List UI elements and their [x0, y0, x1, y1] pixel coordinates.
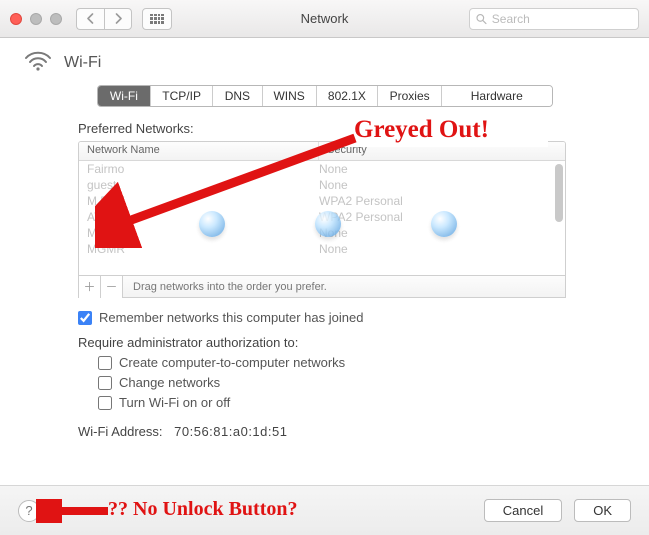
table-row[interactable]: M 5GHWPA2 Personal: [79, 193, 565, 209]
auth-c2c-input[interactable]: [98, 356, 112, 370]
remember-checkbox-input[interactable]: [78, 311, 92, 325]
cell-name: guest-: [87, 178, 319, 192]
cell-security: WPA2 Personal: [319, 210, 557, 224]
cell-name: MGMR: [87, 242, 319, 256]
tab-wifi[interactable]: Wi-Fi: [98, 86, 152, 106]
pane-header: Wi-Fi: [18, 50, 631, 75]
cell-name: Fairmo: [87, 162, 319, 176]
tab-wins[interactable]: WINS: [263, 86, 317, 106]
chevron-left-icon: [86, 13, 95, 24]
bottom-bar: ? Cancel OK: [0, 485, 649, 535]
table-row[interactable]: McCarNone: [79, 225, 565, 241]
auth-onoff-label: Turn Wi-Fi on or off: [119, 395, 230, 410]
auth-onoff-checkbox[interactable]: Turn Wi-Fi on or off: [98, 395, 591, 410]
remember-label: Remember networks this computer has join…: [99, 310, 363, 325]
zoom-window-button[interactable]: [50, 13, 62, 25]
close-window-button[interactable]: [10, 13, 22, 25]
tab-proxies[interactable]: Proxies: [378, 86, 442, 106]
cell-name: ATT-W: [87, 210, 319, 224]
auth-change-label: Change networks: [119, 375, 220, 390]
auth-c2c-label: Create computer-to-computer networks: [119, 355, 345, 370]
require-auth-label: Require administrator authorization to:: [78, 335, 591, 350]
cell-security: None: [319, 162, 557, 176]
forward-button[interactable]: [104, 8, 132, 30]
ok-button[interactable]: OK: [574, 499, 631, 522]
chevron-right-icon: [114, 13, 123, 24]
scrollbar[interactable]: [555, 164, 563, 222]
remove-network-button[interactable]: －: [101, 276, 123, 298]
table-row[interactable]: FairmoNone: [79, 161, 565, 177]
wifi-address-value: 70:56:81:a0:1d:51: [174, 424, 287, 439]
tab-hardware[interactable]: Hardware: [442, 86, 552, 106]
cell-security: WPA2 Personal: [319, 194, 557, 208]
tab-tcpip[interactable]: TCP/IP: [151, 86, 213, 106]
preferred-networks-table: Network Name Security FairmoNone guest-N…: [78, 141, 566, 276]
auth-c2c-checkbox[interactable]: Create computer-to-computer networks: [98, 355, 591, 370]
tab-bar: Wi-Fi TCP/IP DNS WINS 802.1X Proxies Har…: [97, 85, 553, 107]
wifi-icon: [24, 50, 52, 75]
table-row[interactable]: MGMRNone: [79, 241, 565, 257]
pane-title: Wi-Fi: [64, 54, 101, 72]
add-network-button[interactable]: ＋: [79, 276, 101, 298]
table-row[interactable]: ATT-WWPA2 Personal: [79, 209, 565, 225]
back-button[interactable]: [76, 8, 104, 30]
cell-name: McCar: [87, 226, 319, 240]
grid-icon: [150, 14, 164, 24]
remember-networks-checkbox[interactable]: Remember networks this computer has join…: [78, 310, 591, 325]
titlebar: Network: [0, 0, 649, 38]
window-title: Network: [301, 11, 349, 26]
cell-security: None: [319, 178, 557, 192]
table-footer: ＋ － Drag networks into the order you pre…: [78, 276, 566, 298]
search-icon: [476, 13, 487, 25]
wifi-address-row: Wi-Fi Address: 70:56:81:a0:1d:51: [78, 424, 591, 439]
cell-name: M 5GH: [87, 194, 319, 208]
help-button[interactable]: ?: [18, 500, 40, 522]
wifi-address-label: Wi-Fi Address:: [78, 424, 163, 439]
cell-security: None: [319, 242, 557, 256]
plus-icon: ＋: [83, 278, 95, 295]
table-body[interactable]: FairmoNone guest-None M 5GHWPA2 Personal…: [79, 161, 565, 275]
cell-security: None: [319, 226, 557, 240]
window-controls: [10, 13, 62, 25]
minimize-window-button[interactable]: [30, 13, 42, 25]
search-field[interactable]: [469, 8, 639, 30]
auth-change-checkbox[interactable]: Change networks: [98, 375, 591, 390]
search-input[interactable]: [492, 12, 632, 26]
col-network-name[interactable]: Network Name: [79, 142, 319, 160]
help-icon: ?: [25, 503, 32, 518]
drag-hint: Drag networks into the order you prefer.: [123, 281, 327, 293]
table-row[interactable]: guest-None: [79, 177, 565, 193]
auth-change-input[interactable]: [98, 376, 112, 390]
show-all-prefs-button[interactable]: [142, 8, 172, 30]
nav-back-forward: [76, 8, 132, 30]
auth-onoff-input[interactable]: [98, 396, 112, 410]
minus-icon: －: [105, 278, 117, 295]
add-remove-buttons: ＋ －: [79, 276, 123, 298]
tab-8021x[interactable]: 802.1X: [317, 86, 379, 106]
annotation-bg: [338, 113, 548, 147]
cancel-button[interactable]: Cancel: [484, 499, 562, 522]
tab-dns[interactable]: DNS: [213, 86, 263, 106]
content-area: Wi-Fi Wi-Fi TCP/IP DNS WINS 802.1X Proxi…: [0, 38, 649, 485]
